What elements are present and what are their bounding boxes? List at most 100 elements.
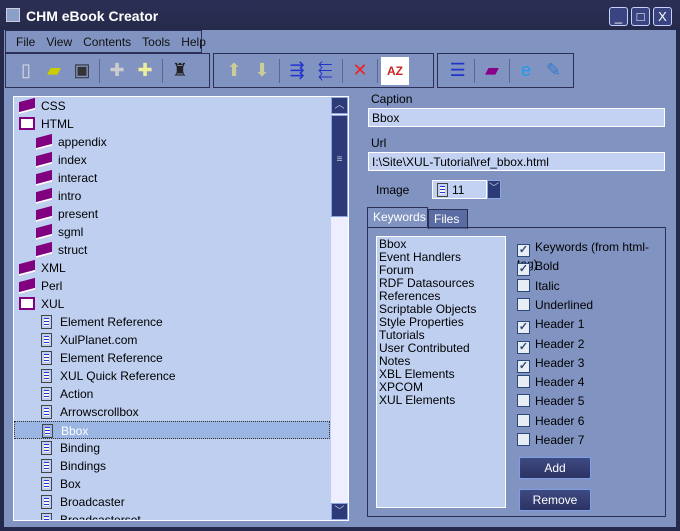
tree-item[interactable]: intro <box>14 187 330 205</box>
properties-icon[interactable]: ☰ <box>444 57 471 85</box>
tree-item[interactable]: Element Reference <box>14 313 330 331</box>
maximize-button[interactable]: □ <box>631 7 650 26</box>
option-checkbox[interactable]: ✓Keywords (from html-tag) <box>517 240 665 271</box>
checkbox-unchecked-icon[interactable] <box>517 413 530 427</box>
tree-item[interactable]: appendix <box>14 133 330 151</box>
compile-icon[interactable]: ♜ <box>166 57 194 85</box>
tree-item[interactable]: CSS <box>14 97 330 115</box>
option-checkbox[interactable]: Header 7 <box>517 433 584 449</box>
image-select[interactable]: 11 <box>432 180 487 199</box>
tree-item[interactable]: XUL Quick Reference <box>14 367 330 385</box>
menu-view[interactable]: View <box>46 35 72 49</box>
page-icon <box>41 333 52 347</box>
menu-tools[interactable]: Tools <box>142 35 170 49</box>
remove-button[interactable]: Remove <box>519 489 591 511</box>
move-up-icon[interactable]: ⬆ <box>220 57 248 85</box>
keyword-item[interactable]: XUL Elements <box>379 394 503 407</box>
tree-item[interactable]: Broadcasterset <box>14 511 330 520</box>
indent-icon[interactable]: ⇶ <box>283 57 311 85</box>
chevron-down-icon[interactable]: ﹀ <box>487 180 501 199</box>
menu-contents[interactable]: Contents <box>83 35 131 49</box>
tree-item[interactable]: sgml <box>14 223 330 241</box>
option-checkbox[interactable]: ✓ Header 2 <box>517 336 585 354</box>
option-checkbox[interactable]: Italic <box>517 278 560 295</box>
option-label: Italic <box>535 278 560 293</box>
menu-help[interactable]: Help <box>181 35 206 49</box>
tree-item[interactable]: Box <box>14 475 330 493</box>
tree-item[interactable]: XML <box>14 259 330 277</box>
browser-icon[interactable]: e <box>512 57 539 85</box>
tree-item[interactable]: struct <box>14 241 330 259</box>
move-down-icon[interactable]: ⬇ <box>248 57 276 85</box>
contents-tree[interactable]: CSS HTML appendix index interact intro present… <box>13 96 349 521</box>
sort-icon[interactable]: AZ <box>381 56 409 85</box>
tree-item[interactable]: interact <box>14 169 330 187</box>
save-icon[interactable]: ▣ <box>68 57 96 85</box>
option-checkbox[interactable]: Header 6 <box>517 413 584 430</box>
tree-item[interactable]: Bindings <box>14 457 330 475</box>
minimize-button[interactable]: _ <box>609 7 628 26</box>
book-settings-icon[interactable]: ▰ <box>478 57 505 85</box>
tree-item[interactable]: index <box>14 151 330 169</box>
add-folder-icon[interactable]: ✚ <box>131 57 159 85</box>
page-icon <box>41 315 52 329</box>
open-icon[interactable]: ▰ <box>40 57 68 85</box>
scroll-down-button[interactable]: ﹀ <box>331 503 348 520</box>
checkbox-unchecked-icon[interactable] <box>517 394 530 408</box>
book-icon <box>36 169 52 187</box>
tree-item[interactable]: XUL <box>14 295 330 313</box>
option-label: Header 4 <box>535 375 585 390</box>
scroll-up-button[interactable]: ︿ <box>331 97 348 114</box>
checkbox-unchecked-icon[interactable] <box>517 375 530 389</box>
edit-icon[interactable]: ✎ <box>540 57 567 85</box>
tree-item[interactable]: Element Reference <box>14 349 330 367</box>
outdent-icon[interactable]: ⬱ <box>311 57 339 85</box>
menu-file[interactable]: File <box>16 35 35 49</box>
book-icon <box>19 277 35 295</box>
option-checkbox[interactable]: ✓ Bold <box>517 259 559 277</box>
option-checkbox[interactable]: Header 4 <box>517 375 584 391</box>
tab-keywords[interactable]: Keywords <box>367 207 428 227</box>
page-icon <box>41 477 52 491</box>
file-toolbar: ▯ ▰ ▣ ✚ ✚ ♜ <box>5 53 210 88</box>
tree-item[interactable]: Action <box>14 385 330 403</box>
tree-item[interactable]: XulPlanet.com <box>14 331 330 349</box>
tree-item[interactable]: Perl <box>14 277 330 295</box>
url-input[interactable]: I:\Site\XUL-Tutorial\ref_bbox.html <box>368 152 665 171</box>
checkbox-checked-icon[interactable]: ✓ <box>517 263 530 277</box>
add-page-icon[interactable]: ✚ <box>103 57 131 85</box>
new-icon[interactable]: ▯ <box>12 57 40 85</box>
checkbox-unchecked-icon[interactable] <box>517 433 530 446</box>
title-bar: CHM eBook Creator _ □ X <box>0 0 680 30</box>
checkbox-checked-icon[interactable]: ✓ <box>517 244 530 257</box>
checkbox-checked-icon[interactable]: ✓ <box>517 340 530 354</box>
scroll-thumb[interactable]: ≡ <box>331 115 348 217</box>
tree-scrollbar[interactable]: ︿ ≡ ﹀ <box>331 97 348 520</box>
delete-icon[interactable]: ✕ <box>346 57 374 85</box>
option-checkbox[interactable]: Underlined <box>517 297 593 314</box>
keyword-item[interactable]: User Contributed Notes <box>379 342 503 368</box>
add-button[interactable]: Add <box>519 457 591 479</box>
image-label: Image <box>376 183 410 197</box>
checkbox-unchecked-icon[interactable] <box>517 278 530 292</box>
checkbox-checked-icon[interactable]: ✓ <box>517 321 530 335</box>
keywords-list[interactable]: Bbox Event Handlers Forum RDF Datasources Re… <box>376 236 506 508</box>
tree-item[interactable]: Binding <box>14 439 330 457</box>
tree-item[interactable]: Broadcaster <box>14 493 330 511</box>
checkbox-checked-icon[interactable]: ✓ <box>517 359 530 373</box>
checkbox-unchecked-icon[interactable] <box>517 297 530 311</box>
tree-item[interactable]: HTML <box>14 115 330 133</box>
tree-item[interactable]: present <box>14 205 330 223</box>
caption-input[interactable]: Bbox <box>368 108 665 127</box>
option-label: Header 2 <box>535 336 585 351</box>
page-icon <box>41 495 52 509</box>
menu-bar: File View Contents Tools Help <box>5 30 206 53</box>
tree-item[interactable]: Bbox <box>14 421 330 439</box>
close-button[interactable]: X <box>653 7 672 26</box>
page-icon <box>42 424 53 438</box>
tab-files[interactable]: Files <box>428 209 468 229</box>
option-checkbox[interactable]: Header 5 <box>517 394 584 410</box>
tree-item[interactable]: Arrowscrollbox <box>14 403 330 421</box>
option-checkbox[interactable]: ✓ Header 3 <box>517 356 584 373</box>
option-checkbox[interactable]: ✓ Header 1 <box>517 317 584 335</box>
